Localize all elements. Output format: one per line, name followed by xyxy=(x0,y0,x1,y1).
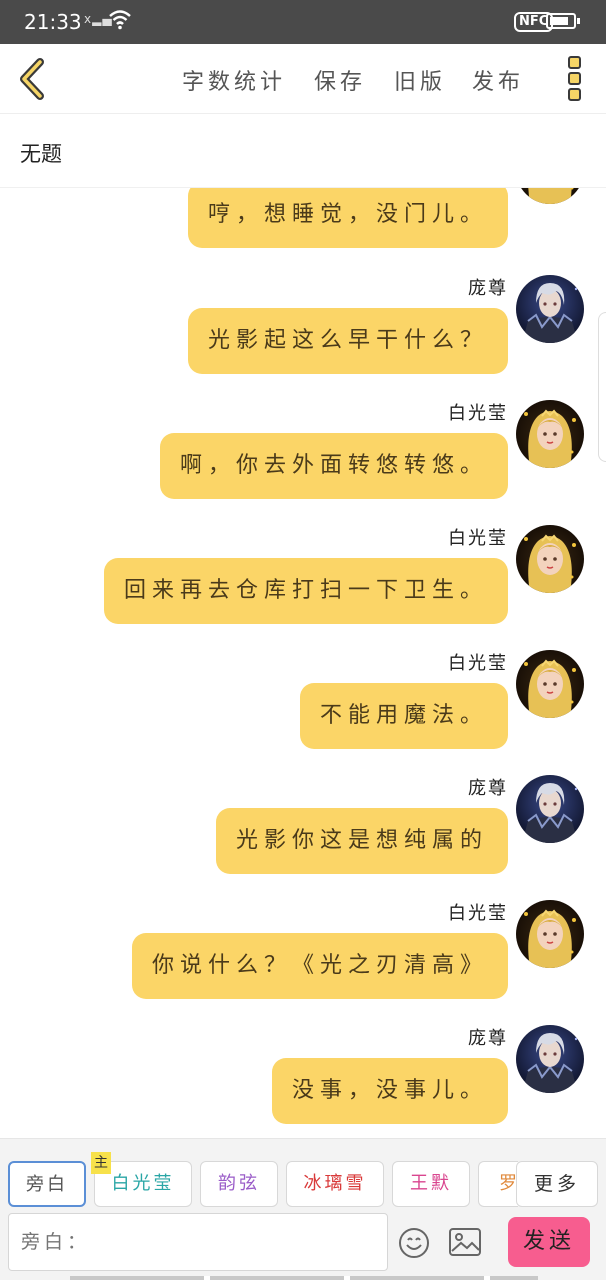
word-count-button[interactable]: 字数统计 xyxy=(182,64,286,96)
speaker-name: 白光莹 xyxy=(448,903,508,924)
chevron-left-icon xyxy=(20,58,44,100)
speaker-name: 庞尊 xyxy=(468,1028,508,1049)
avatar-silver[interactable] xyxy=(516,775,584,843)
avatar-blonde[interactable] xyxy=(516,900,584,968)
system-nav-bar xyxy=(70,1276,538,1280)
chat-area[interactable]: 哼，想睡觉，没门儿。 庞尊 光影起这么早干什么？ 白光莹 啊，你去外面转悠转悠。… xyxy=(0,188,606,1138)
character-chip-narrator[interactable]: 旁白 xyxy=(8,1161,86,1207)
wifi-icon xyxy=(108,8,132,34)
menu-dot-icon xyxy=(567,72,581,85)
character-chip-bingli-xue[interactable]: 冰璃雪 xyxy=(286,1161,384,1207)
speaker-name: 白光莹 xyxy=(448,653,508,674)
old-version-button[interactable]: 旧版 xyxy=(394,64,446,96)
chip-label: 旁白 xyxy=(26,1174,68,1195)
smiley-icon xyxy=(399,1228,429,1258)
message-bubble[interactable]: 哼，想睡觉，没门儿。 xyxy=(187,188,508,248)
more-menu-button[interactable] xyxy=(562,56,586,104)
character-chip-yunxian[interactable]: 韵弦 xyxy=(200,1161,278,1207)
avatar-blonde[interactable] xyxy=(516,525,584,593)
menu-dot-icon xyxy=(567,56,581,69)
emoji-button[interactable] xyxy=(398,1227,430,1259)
publish-button[interactable]: 发布 xyxy=(472,64,524,96)
scroll-handle[interactable] xyxy=(598,312,606,462)
avatar-blonde[interactable] xyxy=(516,400,584,468)
menu-dot-icon xyxy=(567,88,581,101)
main-character-badge: 主 xyxy=(91,1152,111,1174)
message-bubble[interactable]: 你说什么？《光之刃清高》 xyxy=(131,933,508,999)
avatar-silver[interactable] xyxy=(516,1025,584,1093)
back-button[interactable] xyxy=(14,56,50,102)
avatar-silver[interactable] xyxy=(516,275,584,343)
speaker-name: 白光莹 xyxy=(448,403,508,424)
chip-label: 王默 xyxy=(410,1173,452,1194)
chip-label: 冰璃雪 xyxy=(303,1173,367,1194)
message-bubble[interactable]: 没事，没事儿。 xyxy=(271,1058,508,1124)
more-characters-button[interactable]: 更多 xyxy=(516,1161,598,1207)
message-bubble[interactable]: 光影你这是想纯属的 xyxy=(215,808,508,874)
editor-toolbar: 字数统计 保存 旧版 发布 xyxy=(0,44,606,114)
document-title[interactable]: 无题 xyxy=(20,138,62,168)
dialogue-input[interactable] xyxy=(8,1213,388,1271)
image-button[interactable] xyxy=(448,1227,482,1257)
save-button[interactable]: 保存 xyxy=(314,64,366,96)
character-chip-luo[interactable]: 罗 xyxy=(478,1161,518,1207)
composer-panel: 旁白 主 白光莹 韵弦 冰璃雪 王默 罗 更多 发送 xyxy=(0,1138,606,1280)
status-time: 21:33 xyxy=(24,10,82,34)
send-button[interactable]: 发送 xyxy=(508,1217,590,1267)
avatar-blonde[interactable] xyxy=(516,188,584,204)
status-bar: 21:33 x▂▄ NFC xyxy=(0,0,606,44)
chip-label: 韵弦 xyxy=(218,1173,260,1194)
character-chip-bai-guangying[interactable]: 主 白光莹 xyxy=(91,1152,192,1207)
character-chip-wangmo[interactable]: 王默 xyxy=(392,1161,470,1207)
message-bubble[interactable]: 回来再去仓库打扫一下卫生。 xyxy=(103,558,508,624)
chip-label: 白光莹 xyxy=(111,1173,175,1194)
speaker-name: 白光莹 xyxy=(448,528,508,549)
document-title-row[interactable]: 无题 xyxy=(0,114,606,188)
message-bubble[interactable]: 啊，你去外面转悠转悠。 xyxy=(159,433,508,499)
avatar-blonde[interactable] xyxy=(516,650,584,718)
image-icon xyxy=(449,1228,481,1256)
message-bubble[interactable]: 不能用魔法。 xyxy=(299,683,508,749)
speaker-name: 庞尊 xyxy=(468,778,508,799)
speaker-name: 庞尊 xyxy=(468,278,508,299)
battery-icon xyxy=(546,13,580,29)
message-bubble[interactable]: 光影起这么早干什么？ xyxy=(187,308,508,374)
